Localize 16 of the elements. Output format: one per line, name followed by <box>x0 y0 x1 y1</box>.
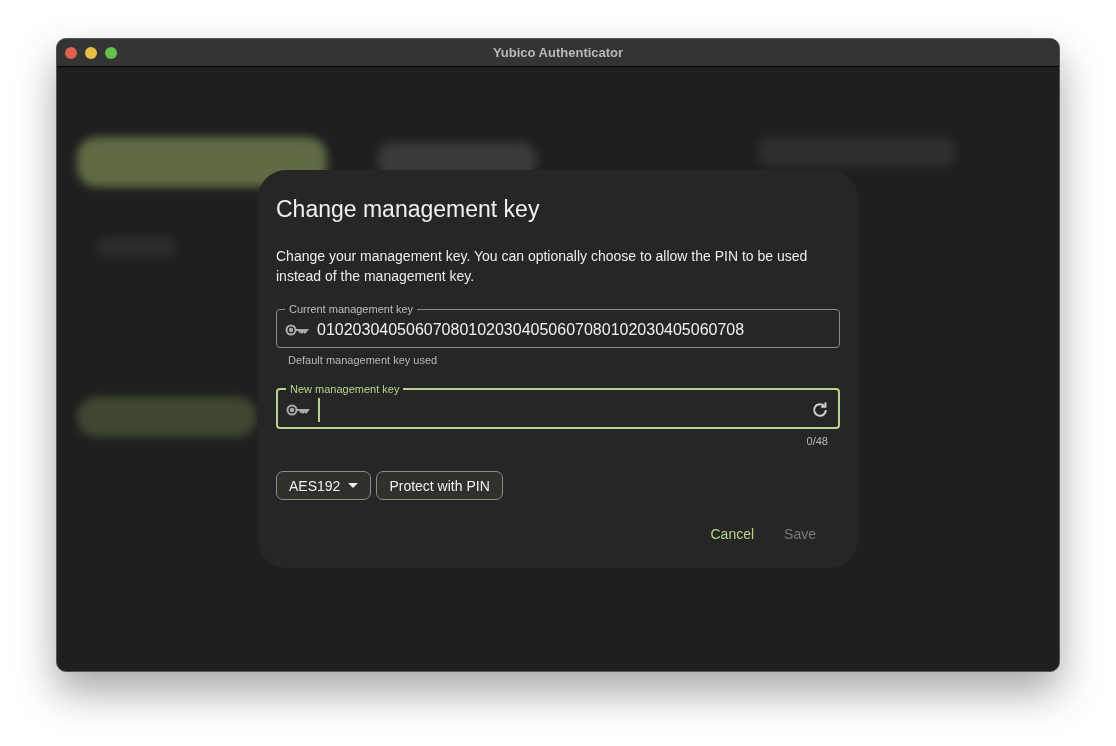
zoom-button[interactable] <box>105 46 117 59</box>
dialog-title: Change management key <box>276 196 541 223</box>
protect-with-pin-chip[interactable]: Protect with PIN <box>376 471 503 500</box>
caret-icon <box>348 483 359 488</box>
key-type-dropdown[interactable]: AES192 <box>276 471 372 500</box>
window-title: Yubico Authenticator <box>492 45 624 60</box>
character-counter: 0/48 <box>806 435 828 447</box>
minimize-button[interactable] <box>85 46 97 59</box>
dialog-description: Change your management key. You can optionally choose to allow the PIN to be used instead of the management key. <box>276 247 809 286</box>
key-input-field[interactable]: New management key <box>276 382 840 429</box>
key-icon <box>285 322 309 337</box>
key-icon <box>286 402 310 417</box>
key-input-field[interactable]: Current management key 010203040506070801020304050607080102030405060708 <box>276 302 840 349</box>
dialog-action-button[interactable]: Cancel <box>702 518 763 550</box>
helper-text: Default management key used <box>288 354 439 367</box>
close-button[interactable] <box>65 46 77 59</box>
